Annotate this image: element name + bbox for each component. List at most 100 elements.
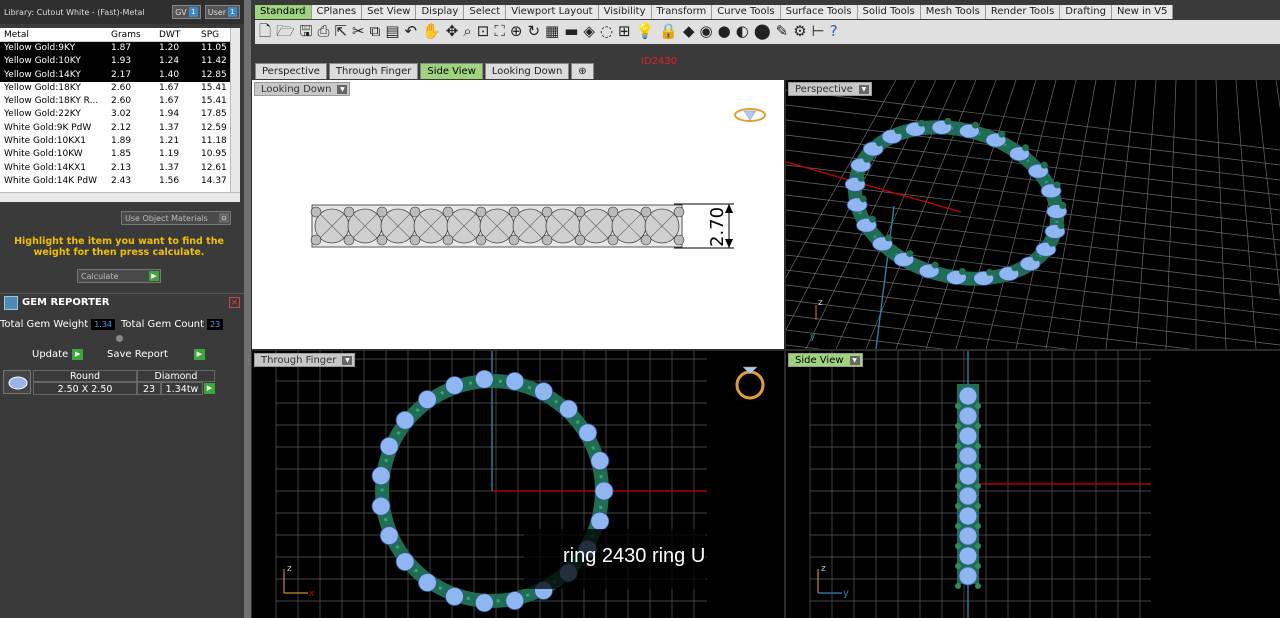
tab-render-tools[interactable]: Render Tools: [985, 5, 1061, 19]
render-icon[interactable]: ◐: [736, 22, 749, 40]
pan-hand-icon[interactable]: ✋: [422, 22, 441, 40]
tab-cplanes[interactable]: CPlanes: [311, 5, 363, 19]
gem-icon: [4, 295, 18, 310]
splitter-handle-icon[interactable]: [116, 335, 123, 342]
copy-icon[interactable]: ⧉: [370, 22, 381, 40]
osnap-icon[interactable]: ◈: [583, 22, 595, 40]
pen-icon[interactable]: ✎: [776, 22, 789, 40]
help-icon[interactable]: ?: [830, 22, 838, 40]
rotate-view-icon[interactable]: ↻: [527, 22, 540, 40]
table-row[interactable]: White Gold:10KW 1.85 1.19 10.95: [0, 148, 240, 161]
table-cell: 1.19: [159, 149, 180, 160]
calculate-button[interactable]: Calculate ▶: [77, 269, 161, 283]
table-cell: 1.21: [159, 136, 180, 147]
tab-mesh-tools[interactable]: Mesh Tools: [920, 5, 986, 19]
update-button[interactable]: Update ▶: [32, 347, 84, 361]
table-row[interactable]: Yellow Gold:18KY R... 2.60 1.67 15.41: [0, 95, 240, 108]
light-icon[interactable]: 💡: [636, 22, 655, 40]
dimension-icon[interactable]: ⊢: [812, 22, 825, 40]
gem-count: 23: [137, 382, 161, 395]
table-cell: Yellow Gold:22KY: [4, 109, 81, 120]
table-row[interactable]: Yellow Gold:9KY 1.87 1.20 11.05: [0, 42, 240, 56]
cut-icon[interactable]: ✂: [352, 22, 365, 40]
move-icon[interactable]: ✥: [446, 22, 459, 40]
calc-hint: Highlight the item you want to find the …: [14, 236, 224, 258]
lock-icon[interactable]: 🔒: [659, 22, 678, 40]
cplane-icon[interactable]: ▬: [564, 22, 578, 40]
view-tabs: Perspective Through Finger Side View Loo…: [255, 63, 594, 79]
tab-perspective[interactable]: Perspective: [255, 63, 327, 79]
table-row[interactable]: Yellow Gold:10KY 1.93 1.24 11.42: [0, 55, 240, 69]
gv-toggle[interactable]: GV 1: [172, 5, 201, 19]
undo-icon[interactable]: ↶: [405, 22, 418, 40]
tab-drafting[interactable]: Drafting: [1060, 5, 1112, 19]
save-icon[interactable]: 🖫: [300, 22, 313, 40]
paste-icon[interactable]: ▤: [385, 22, 399, 40]
sphere-icon[interactable]: ⬤: [754, 22, 771, 40]
viewport-perspective[interactable]: z y Perspective ▼: [786, 80, 1280, 349]
col-metal[interactable]: Metal: [0, 28, 107, 41]
table-cell: 12.59: [201, 122, 227, 133]
open-folder-icon[interactable]: 🗁: [276, 22, 295, 40]
table-row[interactable]: White Gold:14K PdW 2.43 1.56 14.37: [0, 175, 240, 188]
save-report-button[interactable]: Save Report ▶: [107, 347, 205, 361]
zoom-selected-icon[interactable]: ⊕: [510, 22, 523, 40]
new-file-icon[interactable]: 🗋: [259, 22, 271, 40]
color-wheel-icon[interactable]: ◉: [700, 22, 713, 40]
tab-new-in-v5[interactable]: New in V5: [1111, 5, 1174, 19]
table-row[interactable]: White Gold:9K PdW 2.12 1.37 12.59: [0, 122, 240, 135]
table-row[interactable]: Yellow Gold:22KY 3.02 1.94 17.85: [0, 108, 240, 121]
table-row[interactable]: White Gold:10KX1 1.89 1.21 11.18: [0, 135, 240, 148]
tab-looking-down[interactable]: Looking Down: [484, 63, 570, 79]
table-row[interactable]: Yellow Gold:14KY 2.17 1.40 12.85: [0, 68, 240, 82]
viewport-label-looking-down[interactable]: Looking Down ▼: [254, 82, 351, 96]
tab-surface-tools[interactable]: Surface Tools: [780, 5, 858, 19]
col-dwt[interactable]: DWT: [155, 28, 197, 41]
table-row[interactable]: Yellow Gold:18KY 2.60 1.67 15.41: [0, 82, 240, 95]
viewport-label-perspective[interactable]: Perspective ▼: [788, 82, 872, 96]
viewport-through-finger[interactable]: z x Through Finger ▼: [252, 351, 784, 618]
layer-icon[interactable]: ◆: [683, 22, 695, 40]
tab-solid-tools[interactable]: Solid Tools: [857, 5, 921, 19]
metal-table[interactable]: Metal Grams DWT SPG Yellow Gold:9KY 1.87 1…: [0, 28, 240, 192]
tab-standard[interactable]: Standard: [255, 5, 312, 19]
table-row[interactable]: White Gold:14KX1 2.13 1.37 12.61: [0, 162, 240, 175]
viewport-looking-down[interactable]: 2.70 Looking Down ▼: [252, 80, 784, 349]
col-spg[interactable]: SPG: [197, 28, 229, 41]
grid-icon[interactable]: ▦: [545, 22, 559, 40]
tab-viewport-layout[interactable]: Viewport Layout: [506, 5, 599, 19]
col-grams[interactable]: Grams: [107, 28, 155, 41]
table-vscroll[interactable]: [230, 28, 240, 192]
use-object-materials-label: Use Object Materials: [125, 213, 208, 223]
viewport-side-view[interactable]: z y Side View ▼: [786, 351, 1280, 618]
panel-splitter[interactable]: [244, 0, 251, 618]
point-icon[interactable]: ◌: [600, 22, 613, 40]
table-hscroll[interactable]: [0, 192, 240, 202]
table-cell: 3.02: [111, 109, 132, 120]
user-toggle[interactable]: User 1: [204, 5, 240, 19]
tab-through-finger[interactable]: Through Finger: [328, 63, 419, 79]
export-icon[interactable]: ⇱: [334, 22, 347, 40]
print-icon[interactable]: ⎙: [317, 22, 329, 40]
zoom-window-icon[interactable]: ⊡: [477, 22, 490, 40]
table-cell: 11.05: [201, 43, 227, 53]
table-cell: Yellow Gold:18KY R...: [4, 96, 99, 107]
settings-icon[interactable]: ⚙: [793, 22, 806, 40]
select-icon[interactable]: ⊞: [618, 22, 631, 40]
tab-display[interactable]: Display: [416, 5, 465, 19]
viewport-label-side-view[interactable]: Side View ▼: [788, 353, 863, 367]
shade-icon[interactable]: ●: [718, 22, 731, 40]
use-object-materials-button[interactable]: Use Object Materials ▫: [121, 211, 231, 225]
tab-curve-tools[interactable]: Curve Tools: [712, 5, 781, 19]
zoom-extents-icon[interactable]: ⛶: [494, 22, 505, 40]
tab-select[interactable]: Select: [464, 5, 507, 19]
gem-row-go-button[interactable]: ▶: [204, 383, 215, 394]
tab-transform[interactable]: Transform: [651, 5, 713, 19]
close-icon[interactable]: ✕: [229, 297, 240, 308]
zoom-icon[interactable]: ⌕: [463, 22, 471, 40]
tab-visibility[interactable]: Visibility: [598, 5, 652, 19]
viewport-label-through-finger[interactable]: Through Finger ▼: [254, 353, 356, 367]
tab-side-view[interactable]: Side View: [420, 63, 483, 79]
add-tab-icon[interactable]: ⊕: [571, 63, 594, 79]
tab-set-view[interactable]: Set View: [362, 5, 417, 19]
